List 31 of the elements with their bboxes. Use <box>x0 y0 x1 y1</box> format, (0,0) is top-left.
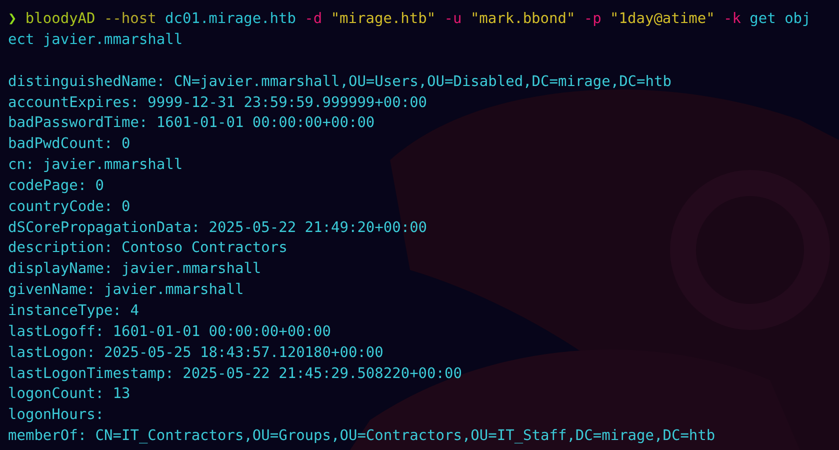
output-line: instanceType: 4 <box>8 302 140 321</box>
output-line: countryCode: 0 <box>8 198 132 217</box>
output-line: logonHours: <box>8 406 106 426</box>
output-line: distinguishedName: CN=javier.mmarshall,OU=Users,OU=Disabled,DC=mirage,DC=htb <box>8 72 672 92</box>
output-line: badPasswordTime: 1601-01-01 00:00:00+00:00 <box>8 114 376 134</box>
command-token: -d <box>304 10 322 29</box>
command-token: --host <box>104 10 156 29</box>
output-line: accountExpires: 9999-12-31 23:59:59.999999+00:00 <box>8 94 428 113</box>
command-token: -p <box>584 10 602 29</box>
output-line: logonCount: 13 <box>8 385 132 404</box>
command-token: -k <box>724 10 741 29</box>
output-line: givenName: javier.mmarshall <box>8 281 245 300</box>
output-line: displayName: javier.mmarshall <box>8 260 262 280</box>
command-token: -u <box>444 10 462 29</box>
output-line: badPwdCount: 0 <box>8 135 132 154</box>
command-continuation: ect javier.mmarshall <box>8 30 184 50</box>
prompt-symbol: ❯ <box>8 10 17 29</box>
output-line: lastLogon: 2025-05-25 18:43:57.120180+00:00 <box>8 344 384 363</box>
output-line: cn: javier.mmarshall <box>8 156 184 176</box>
command-token: bloodyAD <box>25 10 96 29</box>
output-line: description: Contoso Contractors <box>8 239 288 258</box>
command-token: get obj <box>750 10 811 29</box>
command-token: dc01.mirage.htb <box>165 10 296 29</box>
command-token: "mirage.htb" <box>330 10 436 29</box>
output-line: codePage: 0 <box>8 176 106 196</box>
output-line: dSCorePropagationData: 2025-05-22 21:49:20+00:00 <box>8 218 428 238</box>
command-token: "1day@atime" <box>610 10 715 29</box>
output-line: lastLogoff: 1601-01-01 00:00:00+00:00 <box>8 322 332 342</box>
output-line: lastLogonTimestamp: 2025-05-22 21:45:29.508220+00:00 <box>8 364 463 384</box>
output-line: memberOf: CN=IT_Contractors,OU=Groups,OU=Contractors,OU=IT_Staff,DC=mirage,DC=htb <box>8 427 716 446</box>
command-token: "mark.bbond" <box>470 10 576 29</box>
